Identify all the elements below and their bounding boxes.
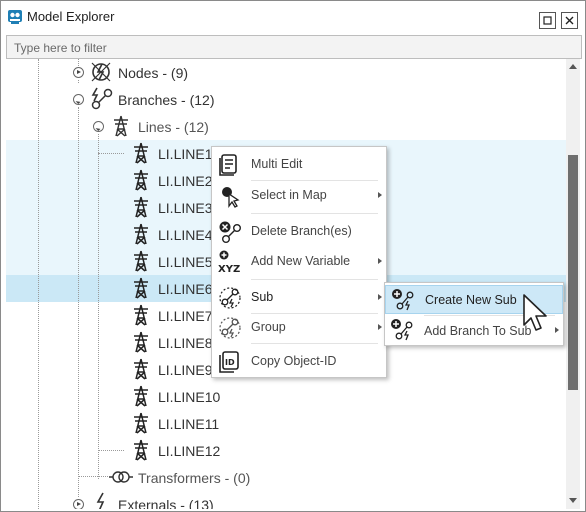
transmission-tower-icon bbox=[134, 250, 148, 272]
select-in-map-icon bbox=[222, 187, 240, 208]
tree-item-label: LI.LINE10 bbox=[158, 389, 221, 405]
model-explorer-window: Model Explorer Type here to filter Nodes… bbox=[0, 0, 586, 512]
transmission-tower-icon bbox=[134, 412, 148, 434]
menu-item-label: Delete Branch(es) bbox=[251, 224, 352, 238]
menu-item-multi-edit[interactable]: Multi Edit bbox=[212, 150, 386, 179]
collapse-toggle-icon[interactable] bbox=[73, 94, 84, 105]
tree-item-label: Lines - (12) bbox=[138, 119, 209, 135]
submenu-arrow-icon bbox=[555, 327, 559, 333]
menu-item-label: Add New Variable bbox=[251, 254, 351, 268]
menu-separator bbox=[251, 213, 378, 214]
nodes-icon bbox=[91, 62, 111, 82]
transmission-tower-icon bbox=[134, 385, 148, 407]
svg-text:XYZ: XYZ bbox=[218, 264, 240, 274]
tree-item-externals[interactable]: Externals - (13) bbox=[6, 491, 566, 509]
menu-item-sub[interactable]: Sub bbox=[212, 283, 386, 312]
arrow-up-icon bbox=[569, 63, 577, 69]
vertical-scrollbar[interactable] bbox=[566, 59, 580, 509]
tree-item-line[interactable]: LI.LINE12 bbox=[6, 437, 566, 464]
transformer-icon bbox=[109, 471, 133, 483]
tree-item-lines[interactable]: Lines - (12) bbox=[6, 113, 566, 140]
maximize-icon bbox=[543, 16, 552, 25]
scroll-up-button[interactable] bbox=[566, 59, 580, 73]
tree-item-label: LI.LINE1 bbox=[158, 146, 213, 162]
mouse-pointer-icon bbox=[523, 294, 547, 331]
transmission-tower-icon bbox=[134, 142, 148, 164]
multi-edit-icon bbox=[219, 154, 237, 176]
filter-input[interactable] bbox=[12, 37, 576, 59]
scroll-down-button[interactable] bbox=[566, 493, 580, 507]
menu-separator bbox=[251, 343, 378, 344]
tree-item-label: LI.LINE11 bbox=[158, 416, 220, 432]
transmission-tower-icon bbox=[134, 331, 148, 353]
context-menu: Multi Edit Select in Map Delete Branch(e… bbox=[211, 146, 387, 378]
tree-item-line[interactable]: LI.LINE11 bbox=[6, 410, 566, 437]
tree-item-label: Externals - (13) bbox=[118, 497, 214, 509]
menu-item-label: Multi Edit bbox=[251, 157, 303, 171]
transmission-tower-icon bbox=[134, 223, 148, 245]
close-icon bbox=[565, 16, 574, 25]
transmission-tower-icon bbox=[134, 358, 148, 380]
expand-toggle-icon[interactable] bbox=[73, 67, 84, 78]
tree-item-label: Nodes - (9) bbox=[118, 65, 189, 81]
menu-item-label: Copy Object-ID bbox=[251, 354, 337, 368]
expand-toggle-icon[interactable] bbox=[73, 499, 84, 509]
tree-item-label: LI.LINE8 bbox=[158, 335, 213, 351]
menu-item-label: Select in Map bbox=[251, 188, 327, 202]
tree-item-label: LI.LINE12 bbox=[158, 443, 221, 459]
tree-item-label: LI.LINE2 bbox=[158, 173, 213, 189]
tree-item-label: LI.LINE7 bbox=[158, 308, 213, 324]
tree-item-line[interactable]: LI.LINE10 bbox=[6, 383, 566, 410]
transmission-tower-icon bbox=[134, 439, 148, 461]
branches-icon bbox=[91, 87, 113, 110]
window-title: Model Explorer bbox=[27, 9, 115, 24]
maximize-button[interactable] bbox=[539, 12, 556, 29]
submenu-arrow-icon bbox=[378, 294, 382, 300]
transmission-tower-icon bbox=[114, 115, 128, 137]
copy-id-icon: ID bbox=[219, 351, 239, 373]
add-branch-to-sub-icon bbox=[391, 319, 413, 341]
submenu-arrow-icon bbox=[378, 192, 382, 198]
menu-item-group[interactable]: Group bbox=[212, 313, 386, 342]
menu-item-label: Sub bbox=[251, 290, 274, 304]
tree-item-label: LI.LINE6 bbox=[158, 281, 213, 297]
close-button[interactable] bbox=[561, 12, 578, 29]
tree-item-label: LI.LINE3 bbox=[158, 200, 213, 216]
menu-item-select-in-map[interactable]: Select in Map bbox=[212, 181, 386, 210]
tree-item-label: LI.LINE9 bbox=[158, 362, 213, 378]
add-variable-icon: XYZ bbox=[218, 250, 240, 274]
tree-item-branches[interactable]: Branches - (12) bbox=[6, 86, 566, 113]
collapse-toggle-icon[interactable] bbox=[93, 121, 104, 132]
menu-item-label: Add Branch To Sub bbox=[424, 324, 532, 338]
delete-branch-icon bbox=[219, 221, 241, 243]
create-sub-icon bbox=[392, 289, 414, 311]
menu-item-add-new-variable[interactable]: XYZ Add New Variable bbox=[212, 247, 386, 276]
group-icon bbox=[219, 317, 241, 339]
menu-item-label: Create New Sub bbox=[425, 293, 517, 307]
menu-item-delete-branches[interactable]: Delete Branch(es) bbox=[212, 217, 386, 246]
arrow-down-icon bbox=[569, 497, 577, 503]
sub-icon bbox=[219, 287, 241, 309]
scroll-thumb[interactable] bbox=[568, 155, 578, 390]
transmission-tower-icon bbox=[134, 169, 148, 191]
transmission-tower-icon bbox=[134, 277, 148, 299]
menu-item-copy-object-id[interactable]: ID Copy Object-ID bbox=[212, 347, 386, 376]
app-logo-icon bbox=[8, 10, 22, 24]
lightning-icon bbox=[96, 492, 105, 509]
transmission-tower-icon bbox=[134, 304, 148, 326]
svg-text:ID: ID bbox=[225, 358, 235, 367]
menu-item-label: Group bbox=[251, 320, 286, 334]
title-bar: Model Explorer bbox=[1, 1, 585, 33]
tree-item-label: LI.LINE5 bbox=[158, 254, 213, 270]
tree-item-label: Transformers - (0) bbox=[138, 470, 251, 486]
submenu-arrow-icon bbox=[378, 324, 382, 330]
submenu-arrow-icon bbox=[378, 258, 382, 264]
tree-item-label: LI.LINE4 bbox=[158, 227, 213, 243]
menu-separator bbox=[251, 279, 378, 280]
transmission-tower-icon bbox=[134, 196, 148, 218]
tree-item-transformers[interactable]: Transformers - (0) bbox=[6, 464, 566, 491]
tree-item-label: Branches - (12) bbox=[118, 92, 215, 108]
tree-item-nodes[interactable]: Nodes - (9) bbox=[6, 59, 566, 86]
filter-box bbox=[6, 35, 582, 59]
